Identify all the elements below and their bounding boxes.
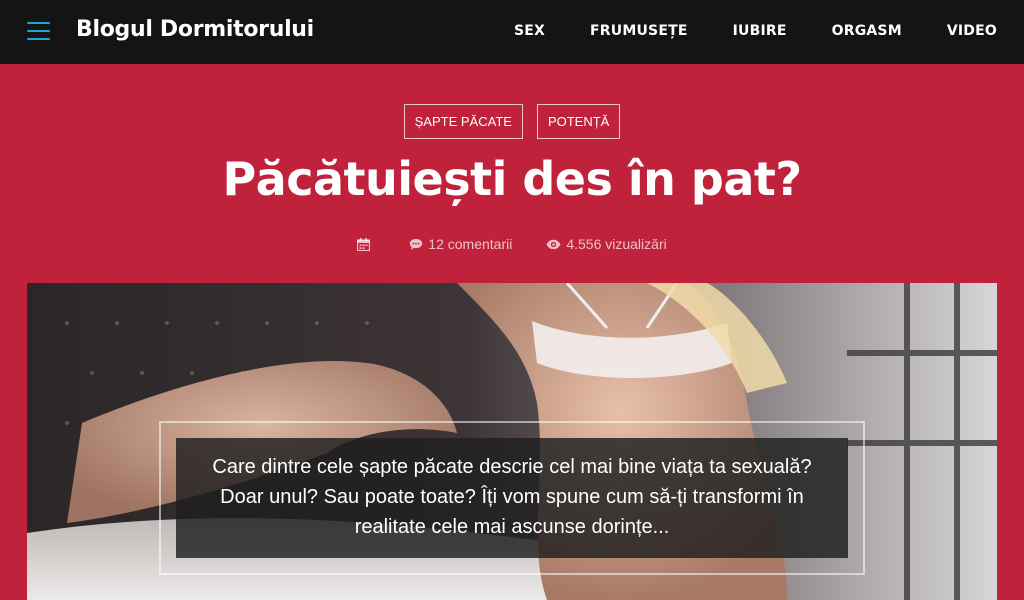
article-date <box>357 237 375 251</box>
calendar-icon <box>357 237 371 251</box>
featured-image[interactable]: Care dintre cele șapte păcate descrie ce… <box>27 283 997 600</box>
site-title[interactable]: Blogul Dormitorului <box>76 17 314 42</box>
article-meta: 12 comentarii 4.556 vizualizări <box>0 236 1024 252</box>
article-excerpt: Care dintre cele șapte păcate descrie ce… <box>176 438 848 558</box>
nav-link-sex[interactable]: SEX <box>514 23 545 39</box>
article-comments[interactable]: 12 comentarii <box>409 236 512 252</box>
eye-icon <box>546 239 561 249</box>
tag-potenta[interactable]: POTENȚĂ <box>536 104 621 139</box>
nav-link-iubire[interactable]: IUBIRE <box>733 23 787 39</box>
comments-count: 12 comentarii <box>428 236 513 252</box>
views-count: 4.556 vizualizări <box>566 236 667 252</box>
article-title: Păcătuiești des în pat? <box>222 152 802 206</box>
main-nav: SEX FRUMUSEȚE IUBIRE ORGASM VIDEO <box>514 23 997 39</box>
nav-link-orgasm[interactable]: ORGASM <box>832 23 902 39</box>
comment-icon <box>410 238 423 250</box>
nav-link-frumusete[interactable]: FRUMUSEȚE <box>590 23 688 39</box>
tag-sapte-pacate[interactable]: ȘAPTE PĂCATE <box>403 104 523 139</box>
article-views: 4.556 vizualizări <box>546 236 667 252</box>
top-navigation-bar: Blogul Dormitorului SEX FRUMUSEȚE IUBIRE… <box>0 0 1024 64</box>
nav-link-video[interactable]: VIDEO <box>947 23 997 39</box>
hamburger-menu-icon[interactable] <box>27 20 51 44</box>
article-tags: ȘAPTE PĂCATE POTENȚĂ <box>0 104 1024 139</box>
